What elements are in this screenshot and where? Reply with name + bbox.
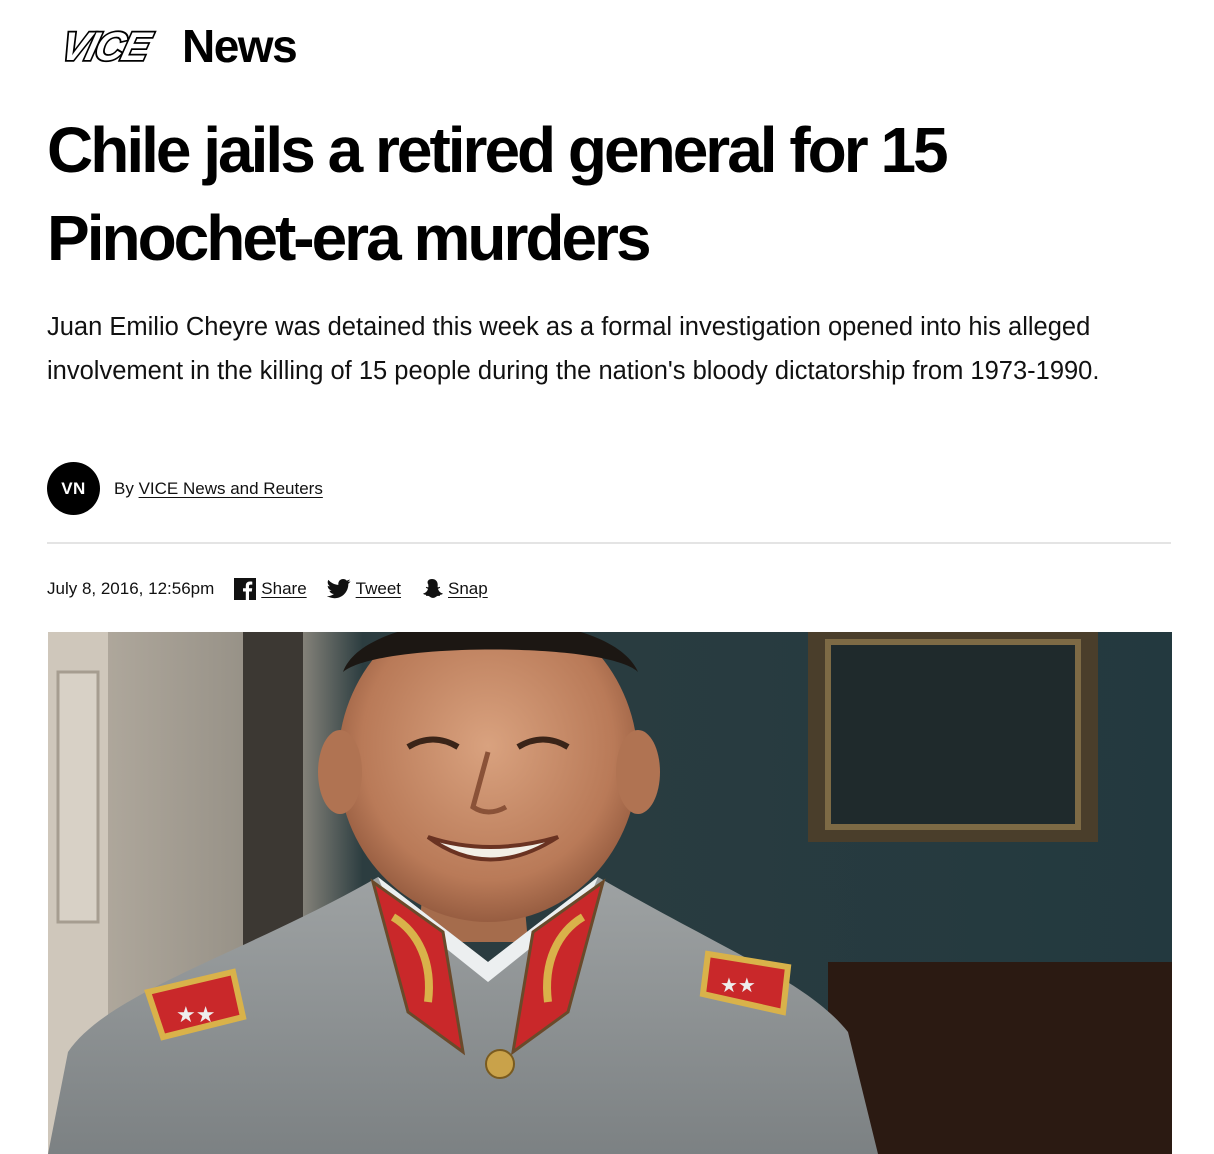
vice-logo-mark: VICE <box>55 24 159 68</box>
facebook-icon <box>234 578 257 600</box>
twitter-icon <box>326 579 351 599</box>
share-label: Share <box>261 579 307 598</box>
hero-photo-general: ★★ ★★ <box>48 632 1172 1154</box>
article-headline: Chile jails a retired general for 15 Pin… <box>47 114 949 274</box>
byline-prefix: By <box>114 478 134 498</box>
svg-text:★★: ★★ <box>176 1003 215 1028</box>
article-page: VICE News Chile jails a retired general … <box>0 0 1214 1154</box>
snap-label: Snap <box>448 579 488 598</box>
author-avatar[interactable]: VN <box>47 462 100 515</box>
publish-timestamp: July 8, 2016, 12:56pm <box>47 579 215 598</box>
svg-text:VICE: VICE <box>57 24 158 68</box>
snapchat-icon <box>423 579 443 598</box>
article-meta: July 8, 2016, 12:56pm Share Tweet Snap <box>47 575 488 603</box>
twitter-share-button[interactable]: Tweet <box>326 579 402 599</box>
site-logo[interactable]: VICE News <box>54 20 298 72</box>
byline: VN By VICE News and Reuters <box>47 462 323 515</box>
logo-section-name: News <box>182 20 298 72</box>
facebook-share-button[interactable]: Share <box>234 578 307 600</box>
svg-text:★★: ★★ <box>720 973 756 997</box>
hero-image: ★★ ★★ <box>48 632 1172 1154</box>
article-dek: Juan Emilio Cheyre was detained this wee… <box>47 313 1100 385</box>
snapchat-share-button[interactable]: Snap <box>421 578 488 600</box>
byline-text: By VICE News and Reuters <box>114 479 323 499</box>
tweet-label: Tweet <box>355 579 402 598</box>
divider <box>47 542 1171 544</box>
author-link[interactable]: VICE News and Reuters <box>139 479 323 498</box>
